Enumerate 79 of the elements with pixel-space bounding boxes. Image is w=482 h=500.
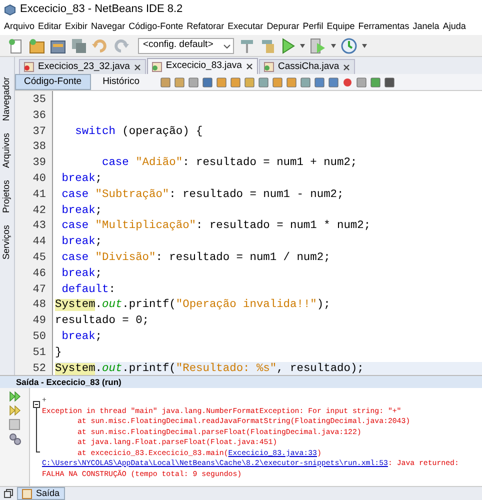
java-file-icon [264,62,274,72]
profile-icon[interactable] [341,38,357,54]
output-window-icon [22,488,32,498]
rerun-icon[interactable] [8,391,20,402]
code-line: resultado = 0; [55,314,150,330]
caret-icon[interactable] [300,44,305,48]
code-line: default: [60,282,116,298]
editor-tab[interactable]: CassiCha.java [258,59,356,74]
line-number: 37 [32,124,46,140]
side-tab[interactable]: Navegador [0,77,14,122]
line-number: 42 [32,204,46,219]
fold-marker-icon[interactable] [32,401,40,453]
menu-item[interactable]: Código-Fonte [128,20,184,34]
line-number: 35 [32,93,46,108]
code-line: break; [60,266,104,282]
new-project-icon[interactable] [29,38,45,54]
line-number: 52 [32,362,46,377]
line-number: 39 [32,156,46,172]
menu-item[interactable]: Refatorar [186,20,224,34]
caret-icon[interactable] [331,44,336,48]
rerun-with-options-icon[interactable] [8,405,20,416]
editor-tab[interactable]: Excecicio_83.java [146,58,258,74]
menu-item[interactable]: Depurar [266,20,300,34]
code-line: System.out.printf("Operação invalida!!"); [55,298,332,314]
debug-icon[interactable] [310,38,326,54]
line-number: 43 [32,219,46,234]
new-file-icon[interactable] [8,38,24,54]
line-number: 40 [32,172,46,187]
line-number: 41 [32,188,46,203]
line-number: 49 [32,314,46,330]
menu-item[interactable]: Janela [412,20,440,34]
line-number: 51 [32,346,46,361]
java-file-icon [152,62,162,72]
menu-item[interactable]: Perfil [302,20,324,34]
code-line: switch (operação) { [74,124,204,140]
code-line: break; [60,330,104,345]
caret-icon[interactable] [362,44,367,48]
code-line: break; [60,172,104,187]
app-icon [4,4,16,16]
code-line: case "Divisão": resultado = num1 / num2; [60,250,332,266]
view-tab[interactable]: Código-Fonte [15,74,91,90]
menu-item[interactable]: Exibir [65,20,88,34]
code-line: case "Adião": resultado = num1 + num2; [100,156,358,172]
menu-item[interactable]: Executar [228,20,264,34]
line-number: 48 [32,298,46,314]
code-line: } [55,346,63,361]
line-number: 44 [32,235,46,250]
close-icon[interactable] [343,64,350,70]
line-number: 38 [32,140,46,156]
menu-item[interactable]: Equipe [326,20,355,34]
close-icon[interactable] [134,64,141,70]
code-line: break; [60,235,104,250]
menu-item[interactable]: Arquivo [4,20,35,34]
code-line: break; [60,204,104,219]
output-tab[interactable]: Saída [17,487,65,500]
menu-item[interactable]: Editar [38,20,62,34]
run-icon[interactable] [281,38,295,54]
line-number: 47 [32,282,46,298]
code-line: case "Subtração": resultado = num1 - num2; [60,188,345,203]
menu-item[interactable]: Navegar [91,20,126,34]
menu-item[interactable]: Ajuda [442,20,466,34]
side-tab[interactable]: Projetos [0,180,14,214]
code-line: case "Multiplicação": resultado = num1 * num2; [60,219,372,234]
menu-item[interactable]: Ferramentas [358,20,410,34]
editor-tab[interactable]: Execicios_23_32.java [19,59,146,74]
line-number: 45 [32,250,46,266]
record-macro-icon[interactable] [342,76,353,88]
line-number: 50 [32,330,46,345]
line-number: 36 [32,108,46,124]
line-number: 46 [32,266,46,282]
output-panel-title: Saída - Excecicio_83 (run) [16,376,122,388]
window-restore-icon[interactable] [4,489,13,498]
window-title: Excecicio_83 - NetBeans IDE 8.2 [20,2,183,18]
side-tab[interactable]: Arquivos [0,133,14,168]
java-file-icon [24,62,34,72]
config-dropdown[interactable]: <config. default> [138,38,234,54]
view-tab[interactable]: Histórico [90,74,152,90]
side-tab[interactable]: Serviços [0,225,14,260]
close-icon[interactable] [246,63,253,70]
